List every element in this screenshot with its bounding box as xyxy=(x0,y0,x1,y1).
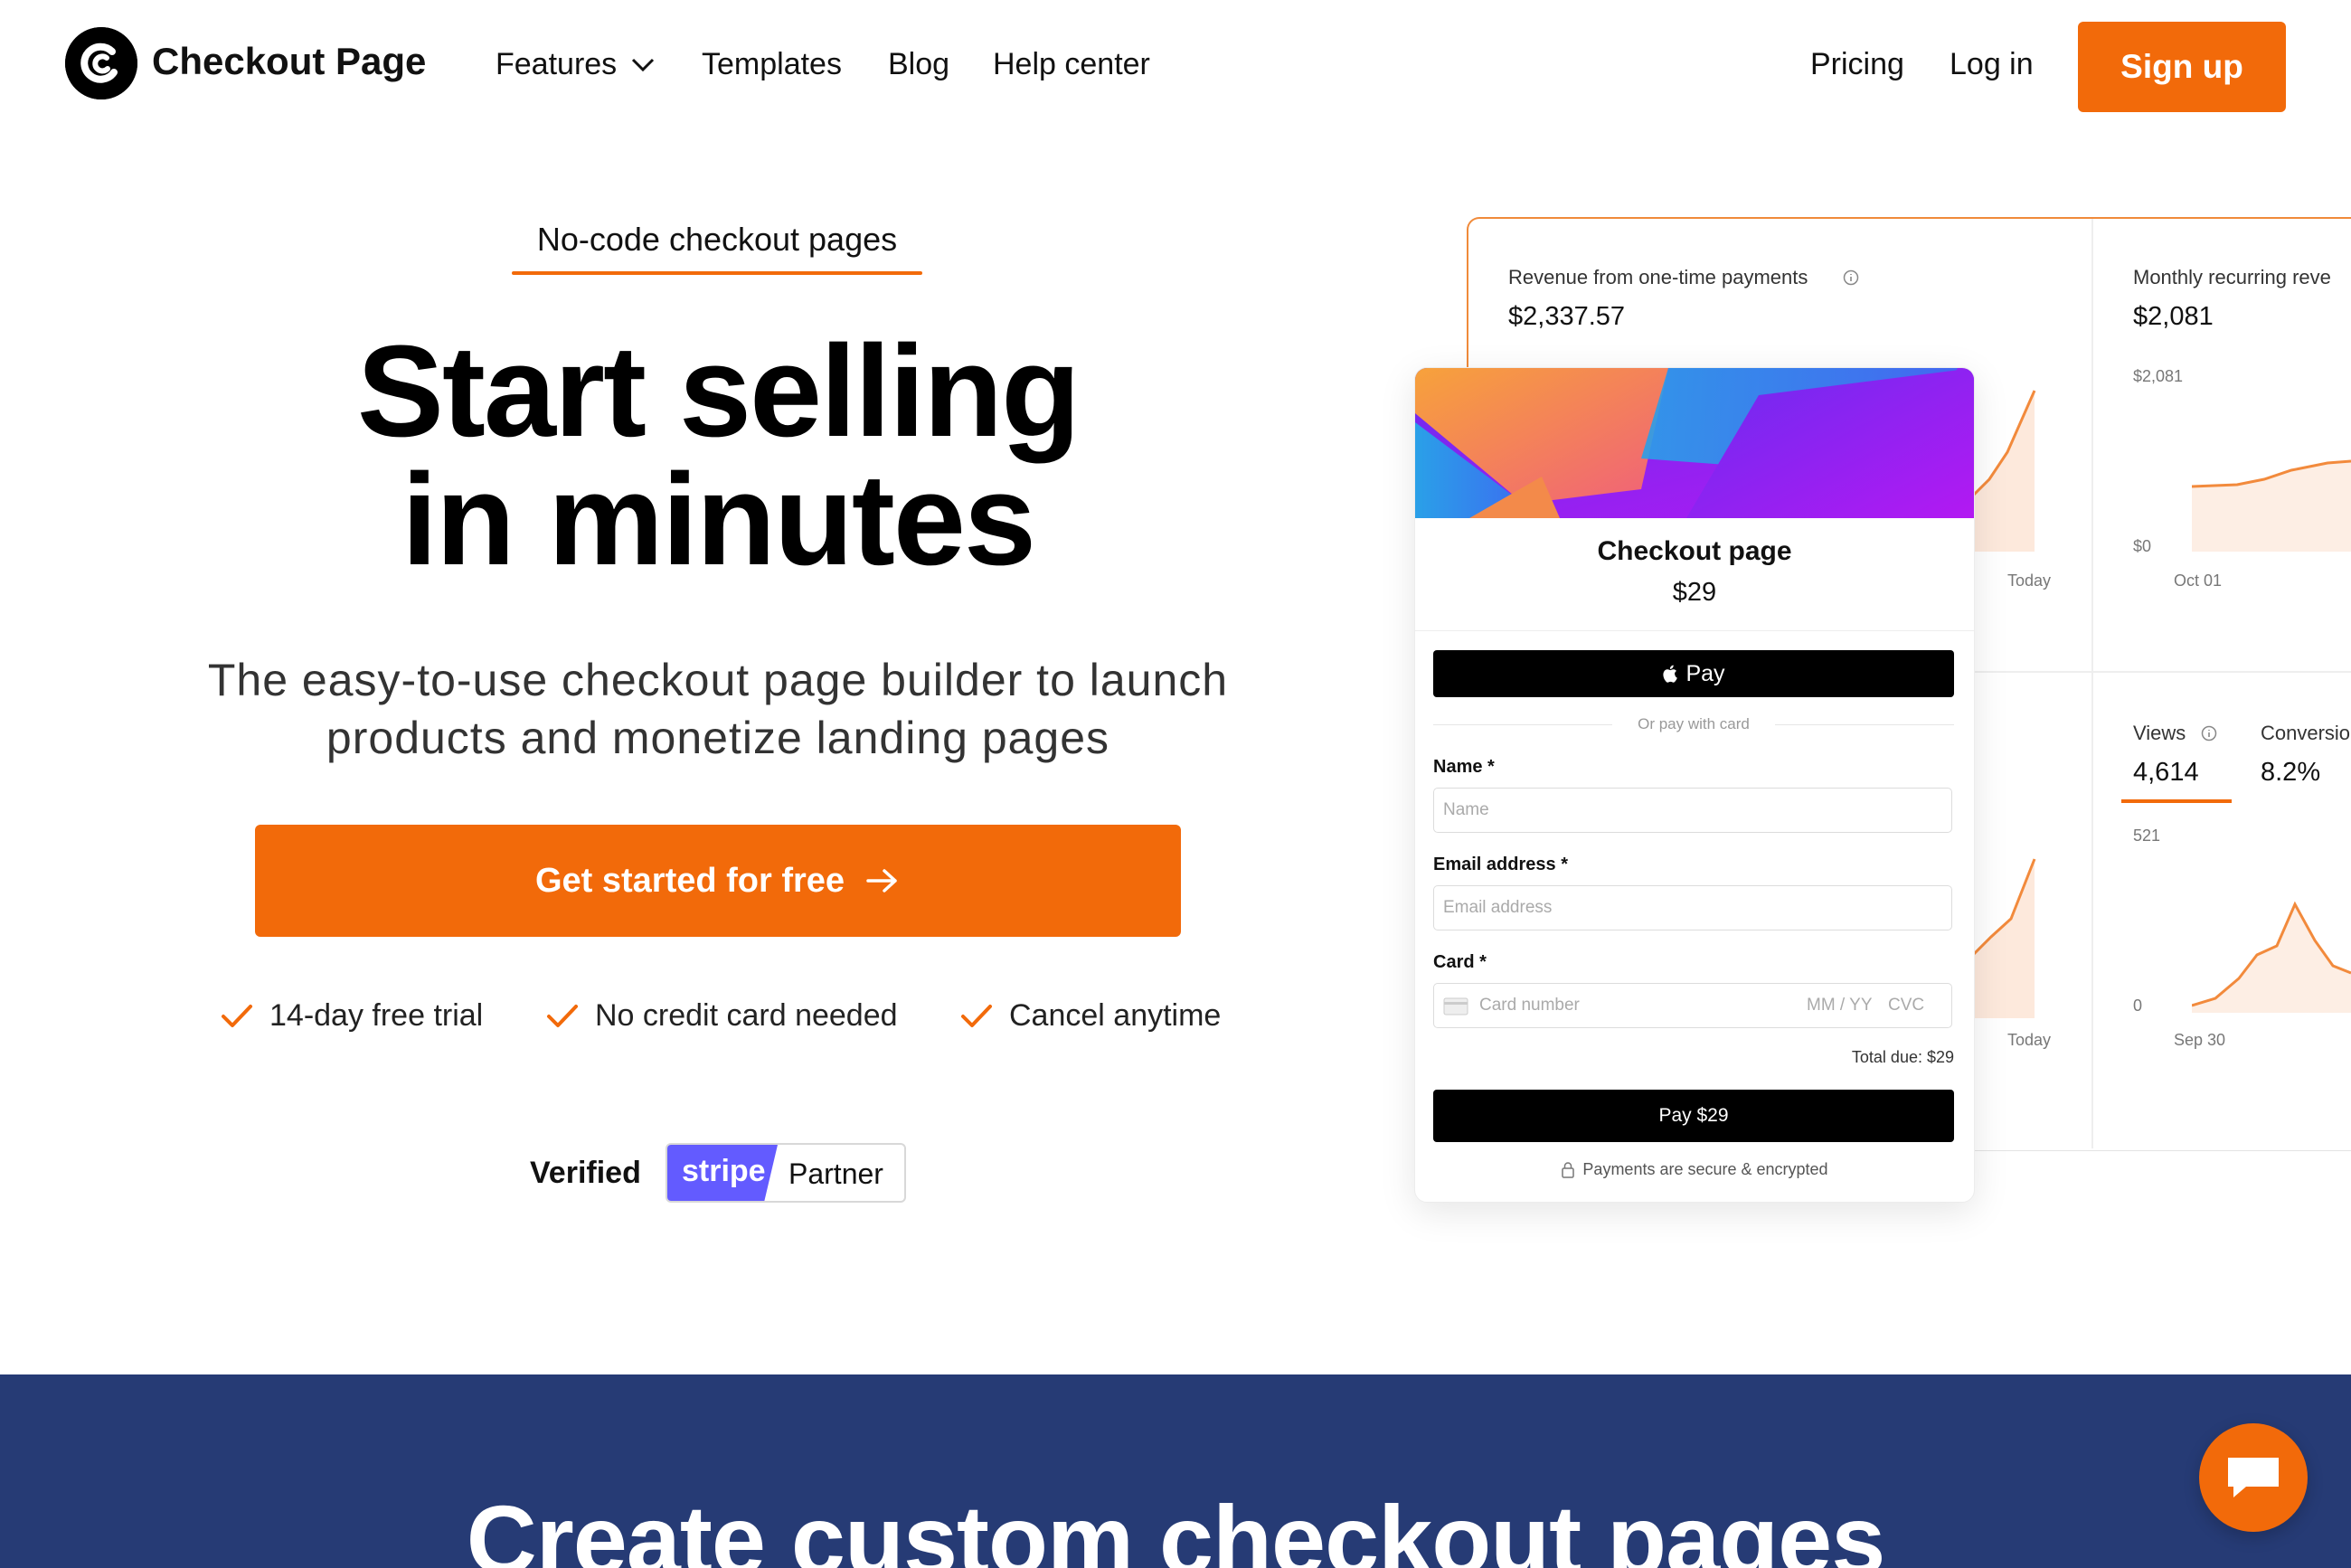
revenue-label: Revenue from one-time payments xyxy=(1508,266,1808,288)
info-icon xyxy=(2201,725,2217,741)
or-pay-with-card: Or pay with card xyxy=(1612,715,1775,733)
logo-icon[interactable] xyxy=(65,27,137,99)
card-number-placeholder: Card number xyxy=(1479,996,1580,1015)
perk-free-trial: 14-day free trial xyxy=(221,998,483,1034)
verified-label: Verified xyxy=(530,1156,641,1190)
mrr-chart-line xyxy=(2192,459,2351,552)
card-field-label: Card * xyxy=(1433,952,1487,973)
views-axis-start: Sep 30 xyxy=(2174,1031,2226,1049)
perk-label: 14-day free trial xyxy=(269,998,484,1033)
check-icon xyxy=(547,1004,578,1027)
total-due: Total due: $29 xyxy=(1851,1048,1954,1066)
get-started-button[interactable]: Get started for free xyxy=(255,825,1181,937)
views-value: 4,614 xyxy=(2133,758,2199,787)
revenue-chart-line xyxy=(1971,390,2036,552)
nav-login[interactable]: Log in xyxy=(1950,47,2034,82)
views-chart-line xyxy=(2192,901,2351,1013)
views-active-underline xyxy=(2121,799,2232,803)
nav-help-center[interactable]: Help center xyxy=(993,47,1150,82)
stripe-partner-badge: stripe Partner xyxy=(666,1143,906,1203)
email-field-label: Email address * xyxy=(1433,855,1568,875)
views-tab-label[interactable]: Views xyxy=(2133,722,2186,745)
mrr-axis-start: Oct 01 xyxy=(2174,571,2223,590)
perk-cancel-anytime: Cancel anytime xyxy=(960,998,1221,1034)
nav-templates[interactable]: Templates xyxy=(702,47,842,82)
stripe-logo-text: stripe xyxy=(682,1154,766,1188)
partner-text: Partner xyxy=(788,1157,883,1190)
checkout-card-title: Checkout page xyxy=(1597,536,1792,566)
mrr-axis-max: $2,081 xyxy=(2133,367,2184,385)
checkout-card-price: $29 xyxy=(1672,578,1717,607)
credit-card-icon xyxy=(1443,997,1468,1015)
hero-eyebrow: No-code checkout pages xyxy=(536,221,898,258)
subhead-line-2: products and monetize landing pages xyxy=(326,713,1110,763)
dashboard-divider-vertical xyxy=(2091,219,2093,1148)
email-input[interactable]: Email address xyxy=(1433,885,1952,930)
views-axis-max: 521 xyxy=(2133,827,2161,845)
expiry-placeholder: MM / YY xyxy=(1807,996,1873,1015)
views-axis-min: 0 xyxy=(2133,997,2143,1015)
banner-image xyxy=(1415,368,1974,518)
check-icon xyxy=(222,1004,252,1027)
mrr-axis-min: $0 xyxy=(2133,537,2152,555)
lower-axis-end: Today xyxy=(2007,1031,2052,1049)
hero-headline: Start selling in minutes xyxy=(181,318,1255,592)
name-field-label: Name * xyxy=(1433,757,1495,778)
info-icon xyxy=(1843,269,1859,286)
email-label-text: Email address xyxy=(1433,855,1556,874)
revenue-value: $2,337.57 xyxy=(1508,302,1626,331)
conversion-tab-label[interactable]: Conversio xyxy=(2261,722,2350,745)
signup-button[interactable]: Sign up xyxy=(2078,22,2286,112)
check-icon xyxy=(961,1004,992,1027)
apple-pay-label: Pay xyxy=(1685,660,1725,686)
headline-line-1: Start selling xyxy=(356,318,1081,464)
lower-chart-line xyxy=(1971,858,2036,1018)
secure-note: Payments are secure & encrypted xyxy=(1415,1160,1974,1179)
chat-bubble-icon xyxy=(2228,1458,2279,1497)
name-input[interactable]: Name xyxy=(1433,788,1952,833)
features-section: Create custom checkout pages xyxy=(0,1374,2351,1568)
brand-name[interactable]: Checkout Page xyxy=(152,40,426,83)
lock-icon xyxy=(1562,1161,1575,1178)
perk-no-credit-card: No credit card needed xyxy=(546,998,898,1034)
chevron-down-icon[interactable] xyxy=(631,58,655,72)
chat-widget-button[interactable] xyxy=(2199,1423,2308,1532)
subhead-line-1: The easy-to-use checkout page builder to… xyxy=(207,655,1229,705)
section-title: Create custom checkout pages xyxy=(466,1485,1886,1568)
card-label-text: Card xyxy=(1433,952,1475,972)
apple-icon xyxy=(1663,665,1678,683)
checkout-card-preview: Checkout page $29 Pay Or pay with card N… xyxy=(1414,367,1975,1203)
card-divider xyxy=(1415,630,1974,631)
secure-text: Payments are secure & encrypted xyxy=(1582,1160,1828,1178)
mrr-value: $2,081 xyxy=(2133,302,2214,331)
pay-button[interactable]: Pay $29 xyxy=(1433,1090,1954,1142)
nav-pricing[interactable]: Pricing xyxy=(1810,47,1904,82)
perk-label: Cancel anytime xyxy=(1009,998,1222,1033)
required-mark: * xyxy=(1561,855,1568,874)
apple-pay-button[interactable]: Pay xyxy=(1433,650,1954,697)
hero-subheading: The easy-to-use checkout page builder to… xyxy=(181,651,1255,767)
mrr-label: Monthly recurring reve xyxy=(2133,266,2331,288)
required-mark: * xyxy=(1487,757,1495,777)
required-mark: * xyxy=(1479,952,1487,972)
nav-features[interactable]: Features xyxy=(496,47,617,82)
cvc-placeholder: CVC xyxy=(1888,996,1925,1015)
perk-label: No credit card needed xyxy=(595,998,898,1033)
nav-blog[interactable]: Blog xyxy=(888,47,949,82)
headline-line-2: in minutes xyxy=(401,447,1036,592)
name-label-text: Name xyxy=(1433,757,1483,777)
card-input[interactable]: Card number MM / YY CVC xyxy=(1433,983,1952,1028)
revenue-axis-end: Today xyxy=(2007,571,2052,590)
eyebrow-underline xyxy=(512,271,922,275)
arrow-right-icon xyxy=(866,869,897,893)
get-started-label: Get started for free xyxy=(534,861,845,900)
conversion-value: 8.2% xyxy=(2261,758,2321,787)
